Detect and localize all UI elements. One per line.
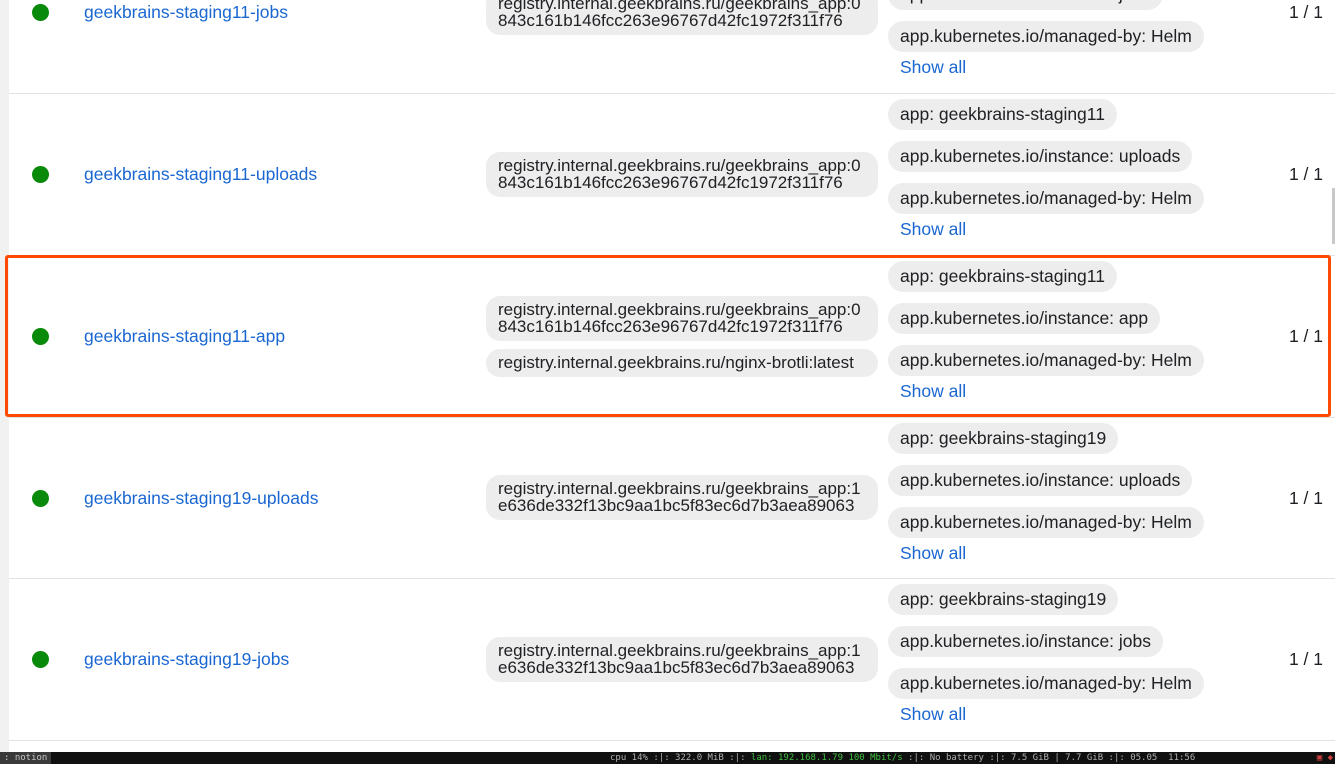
- table-row: geekbrains-staging11-app registry.interna…: [9, 255, 1335, 418]
- label-chip: app.kubernetes.io/instance: jobs: [888, 626, 1163, 657]
- pods-ready-count: 1 / 1: [1288, 326, 1323, 346]
- disk-usage: 7.5 GiB | 7.7 GiB: [1011, 753, 1104, 763]
- clock: 11:56: [1168, 753, 1196, 763]
- label-chip: app.kubernetes.io/managed-by: Helm: [888, 21, 1204, 52]
- labels-column: app: geekbrains-staging19 app.kubernetes.…: [888, 584, 1248, 724]
- tray-icons[interactable]: ▣ ◆: [1317, 752, 1333, 764]
- status-running-icon: [32, 489, 49, 507]
- label-chip: app: geekbrains-staging11: [888, 99, 1117, 130]
- table-row: geekbrains-staging11-jobs registry.intern…: [9, 0, 1335, 94]
- image-chip: registry.internal.geekbrains.ru/geekbrai…: [486, 152, 878, 197]
- image-chip: registry.internal.geekbrains.ru/geekbrai…: [486, 637, 878, 682]
- container-images: registry.internal.geekbrains.ru/geekbrai…: [486, 475, 878, 528]
- battery-status: No battery: [929, 753, 984, 763]
- deployment-name-link[interactable]: geekbrains-staging11-app: [84, 326, 285, 346]
- system-statusbar: : notion cpu 14% :|: 322.0 MiB :|: lan: …: [0, 752, 1335, 764]
- image-chip: registry.internal.geekbrains.ru/geekbrai…: [486, 0, 878, 35]
- container-images: registry.internal.geekbrains.ru/geekbrai…: [486, 152, 878, 205]
- deployment-name-link[interactable]: geekbrains-staging19-uploads: [84, 488, 318, 508]
- pods-ready-count: 1 / 1: [1288, 164, 1323, 184]
- table-row: geekbrains-staging11-uploads registry.int…: [9, 93, 1335, 256]
- label-chip: app: geekbrains-staging19: [888, 423, 1119, 454]
- container-images: registry.internal.geekbrains.ru/geekbrai…: [486, 637, 878, 690]
- deployment-name-link[interactable]: geekbrains-staging11-uploads: [84, 164, 317, 184]
- workspace-label[interactable]: : notion: [0, 752, 52, 764]
- label-chip: app: geekbrains-staging11: [888, 261, 1117, 292]
- memory-usage: 322.0 MiB: [675, 753, 724, 763]
- label-chip: app.kubernetes.io/instance: app: [888, 303, 1161, 334]
- image-chip: registry.internal.geekbrains.ru/geekbrai…: [486, 296, 878, 341]
- label-chip: app.kubernetes.io/instance: jobs: [888, 0, 1163, 10]
- labels-column: app: geekbrains-staging11 app.kubernetes.…: [888, 99, 1248, 239]
- labels-column: app: geekbrains-staging19 app.kubernetes.…: [888, 423, 1248, 563]
- lan-status: lan: 192.168.1.79 100 Mbit/s: [750, 753, 903, 763]
- status-info: cpu 14% :|: 322.0 MiB :|: lan: 192.168.1…: [610, 753, 1196, 763]
- pods-ready-count: 1 / 1: [1288, 2, 1323, 22]
- image-chip: registry.internal.geekbrains.ru/nginx-br…: [486, 349, 878, 377]
- label-chip: app.kubernetes.io/managed-by: Helm: [888, 183, 1204, 214]
- label-chip: app.kubernetes.io/instance: uploads: [888, 465, 1193, 496]
- date: 05.05: [1130, 753, 1158, 763]
- deployments-table: geekbrains-staging11-jobs registry.intern…: [9, 0, 1335, 752]
- status-running-icon: [32, 4, 49, 21]
- status-running-icon: [32, 328, 49, 345]
- status-running-icon: [32, 166, 49, 183]
- table-row: geekbrains-staging19-jobs registry.intern…: [9, 578, 1335, 741]
- table-row: geekbrains-staging19-uploads registry.int…: [9, 417, 1335, 579]
- labels-column: app: geekbrains-staging11app.kubernetes.…: [888, 0, 1248, 77]
- image-chip: registry.internal.geekbrains.ru/geekbrai…: [486, 475, 878, 520]
- pods-ready-count: 1 / 1: [1288, 487, 1323, 508]
- label-chip: app.kubernetes.io/managed-by: Helm: [888, 345, 1204, 376]
- label-chip: app.kubernetes.io/instance: uploads: [888, 141, 1193, 172]
- cpu-usage: cpu 14%: [610, 753, 648, 763]
- label-chip: app.kubernetes.io/managed-by: Helm: [888, 507, 1204, 538]
- labels-column: app: geekbrains-staging11 app.kubernetes.…: [888, 261, 1248, 401]
- deployment-name-link[interactable]: geekbrains-staging11-jobs: [84, 2, 288, 22]
- pods-ready-count: 1 / 1: [1288, 649, 1323, 669]
- status-running-icon: [32, 651, 49, 668]
- label-chip: app: geekbrains-staging19: [888, 584, 1119, 615]
- container-images: registry.internal.geekbrains.ru/geekbrai…: [486, 0, 878, 43]
- deployment-name-link[interactable]: geekbrains-staging19-jobs: [84, 649, 289, 669]
- label-chip: app.kubernetes.io/managed-by: Helm: [888, 668, 1204, 699]
- container-images: registry.internal.geekbrains.ru/geekbrai…: [486, 296, 878, 385]
